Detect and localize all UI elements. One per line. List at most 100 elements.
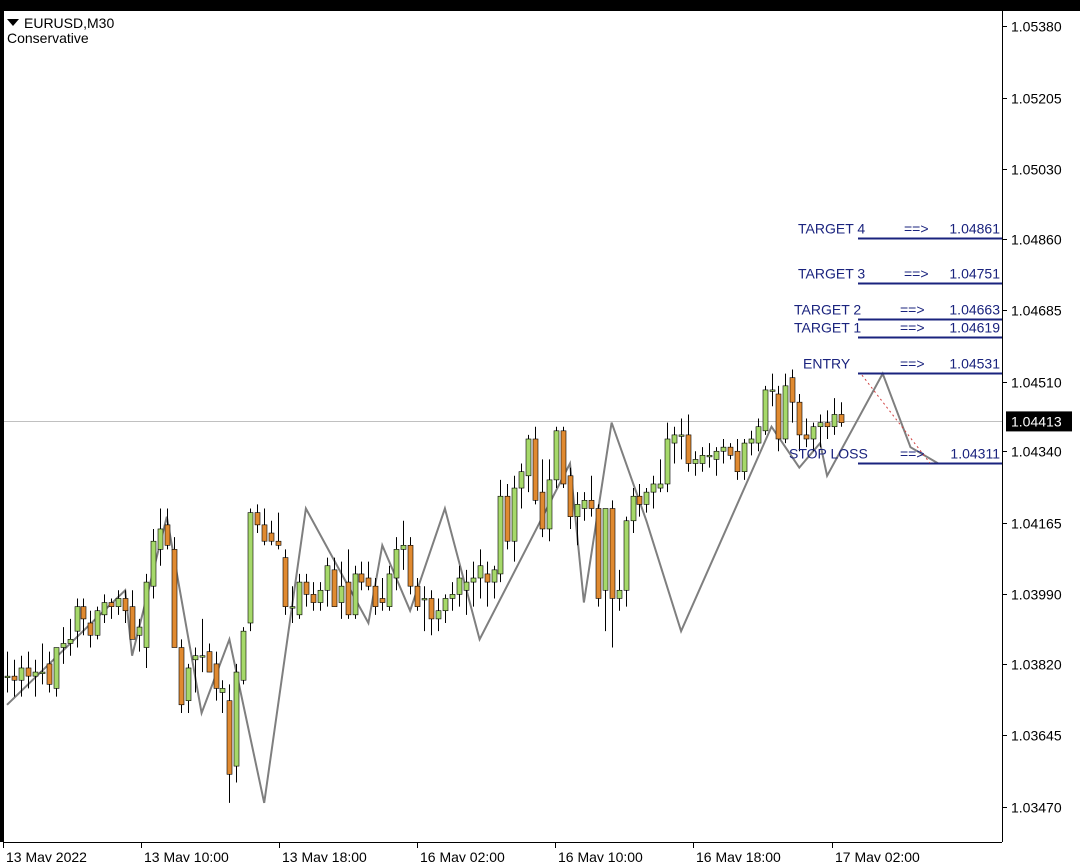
- candle-body: [477, 565, 484, 579]
- x-tick-label: 17 May 02:00: [835, 849, 920, 862]
- candle-body: [372, 585, 379, 607]
- candle-body: [616, 589, 623, 599]
- candle: [94, 606, 101, 640]
- candle-body: [824, 422, 831, 428]
- candle-body: [497, 495, 504, 575]
- level-label: TARGET 4: [798, 221, 865, 237]
- candle-body: [358, 573, 365, 583]
- level-value: 1.04619: [949, 320, 1000, 336]
- candle-body: [734, 450, 741, 473]
- candle-body: [407, 545, 414, 587]
- candle: [233, 663, 240, 783]
- candle-body: [491, 569, 498, 583]
- candle-body: [553, 430, 560, 481]
- candle-body: [164, 524, 171, 546]
- candle-body: [609, 508, 616, 599]
- candle: [407, 537, 414, 595]
- candle-body: [463, 581, 470, 591]
- candle-body: [379, 598, 386, 603]
- y-tick-label: 1.03990: [1011, 587, 1062, 603]
- candle-body: [671, 434, 678, 444]
- y-tick-label: 1.04685: [1011, 303, 1062, 319]
- candle-body: [32, 671, 39, 677]
- candle-body: [11, 675, 18, 681]
- candle-body: [282, 557, 289, 607]
- candle-body: [727, 446, 734, 456]
- symbol-label[interactable]: EURUSD,M30: [7, 15, 114, 31]
- x-tick-label: 13 May 2022: [6, 849, 87, 862]
- level-label: TARGET 2: [794, 302, 861, 318]
- price-chart[interactable]: TARGET 4 ==> 1.04861 TARGET 3 ==> 1.04751 TARG…: [0, 0, 1080, 862]
- level-label: ENTRY: [803, 356, 851, 372]
- candle-body: [678, 434, 685, 437]
- candle-body: [782, 385, 789, 440]
- candle: [595, 504, 602, 607]
- candle-body: [393, 549, 400, 579]
- y-tick-label: 1.04860: [1011, 232, 1062, 248]
- candle-body: [428, 598, 435, 620]
- level-arrow: ==>: [904, 221, 929, 237]
- y-tick-label: 1.05380: [1011, 19, 1062, 35]
- candle-body: [80, 606, 87, 620]
- candle-body: [595, 508, 602, 599]
- x-tick-label: 16 May 10:00: [558, 849, 643, 862]
- candle-body: [233, 671, 240, 767]
- candle-body: [60, 643, 67, 648]
- level-arrow: ==>: [900, 446, 925, 462]
- candle-body: [226, 700, 233, 775]
- candle-body: [838, 414, 845, 423]
- candle-body: [775, 393, 782, 440]
- candle-body: [532, 438, 539, 501]
- candle-body: [762, 389, 769, 432]
- candle-body: [150, 540, 157, 587]
- candle-body: [352, 573, 359, 616]
- candle-body: [636, 495, 643, 505]
- candle-body: [664, 438, 671, 485]
- candle-body: [108, 602, 115, 607]
- candle-body: [115, 598, 122, 607]
- candle-body: [345, 581, 352, 616]
- candle-body: [567, 475, 574, 517]
- level-arrow: ==>: [900, 356, 925, 372]
- candle-body: [803, 434, 810, 440]
- candle-body: [254, 512, 261, 526]
- candle-body: [178, 647, 185, 706]
- candle-body: [741, 442, 748, 473]
- candle-body: [67, 639, 74, 644]
- candle-body: [769, 389, 776, 392]
- current-price-badge-group: 1.04413: [1006, 411, 1072, 432]
- candle-body: [275, 540, 282, 546]
- level-arrow: ==>: [900, 302, 925, 318]
- candle-body: [630, 495, 637, 522]
- candle-body: [435, 610, 442, 620]
- y-tick-label: 1.03470: [1011, 800, 1062, 816]
- candle-body: [810, 426, 817, 440]
- candle-body: [129, 606, 136, 640]
- candle-body: [192, 655, 199, 661]
- candle-body: [817, 422, 824, 428]
- level-value: 1.04663: [949, 302, 1000, 318]
- candle-body: [143, 581, 150, 648]
- candle-body: [581, 500, 588, 509]
- candle-body: [796, 401, 803, 436]
- y-tick-label: 1.03820: [1011, 657, 1062, 673]
- candle-body: [706, 455, 713, 458]
- candle-body: [18, 667, 25, 681]
- chart-plot-background: [3, 11, 1002, 842]
- candle-body: [268, 532, 275, 542]
- candle-body: [789, 377, 796, 403]
- candle-body: [4, 675, 11, 678]
- dropdown-triangle-icon[interactable]: [7, 19, 19, 26]
- candle-body: [643, 491, 650, 505]
- candle-body: [206, 651, 213, 673]
- candle-body: [171, 549, 178, 648]
- symbol-text: EURUSD,M30: [24, 15, 115, 31]
- level-value: 1.04751: [949, 266, 1000, 282]
- candle-body: [74, 606, 81, 632]
- candle-body: [421, 598, 428, 601]
- y-tick-label: 1.04510: [1011, 375, 1062, 391]
- candle-body: [39, 671, 46, 674]
- y-tick-label: 1.05030: [1011, 162, 1062, 178]
- candle-body: [414, 585, 421, 607]
- candle-body: [324, 565, 331, 591]
